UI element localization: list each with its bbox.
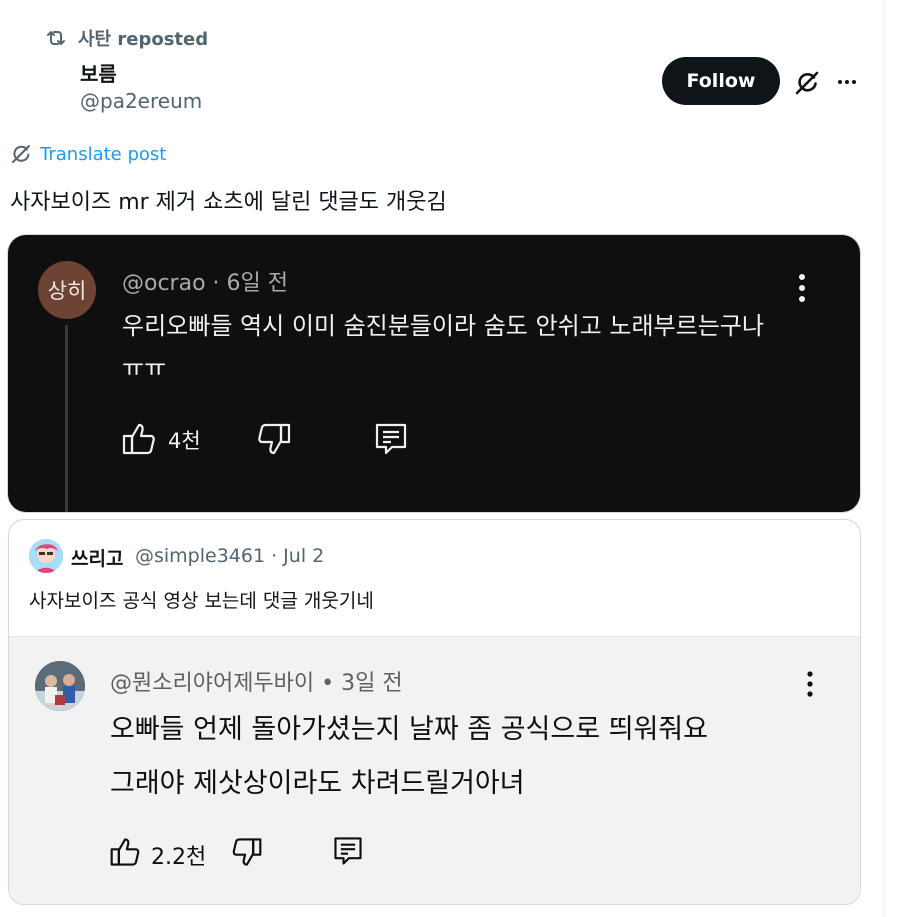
grok-icon[interactable] <box>793 69 821 97</box>
repost-icon <box>47 31 65 45</box>
quote-author-avatar[interactable] <box>29 539 63 573</box>
quote-image-light-comment[interactable]: @뭔소리야어제두바이 • 3일 전 오빠들 언제 돌아가셨는지 날짜 좀 공식으… <box>9 636 860 904</box>
quoted-post[interactable]: 쓰리고 @simple3461 · Jul 2 사자보이즈 공식 영상 보는데 … <box>8 519 861 905</box>
thumbs-down-icon <box>232 838 262 866</box>
translate-icon <box>12 145 30 163</box>
comment-handle-time: @뭔소리야어제두바이 • 3일 전 <box>110 671 403 696</box>
quote-author-name: 쓰리고 <box>71 548 124 570</box>
follow-button[interactable]: Follow <box>662 57 780 105</box>
thumbs-up-icon <box>122 423 155 455</box>
comment-text: 우리오빠들 역시 이미 숨진분들이라 숨도 안쉬고 노래부르는구나 ㅠㅠ <box>122 312 764 382</box>
like-count: 2.2천 <box>151 845 207 870</box>
timeline-divider <box>884 0 885 917</box>
quote-author-meta: @simple3461 · Jul 2 <box>135 545 325 567</box>
comment-handle-time: @ocrao · 6일 전 <box>122 271 288 296</box>
more-options-icon[interactable] <box>833 68 861 96</box>
quote-text: 사자보이즈 공식 영상 보는데 댓글 개웃기네 <box>29 590 374 612</box>
translate-label: Translate post <box>40 143 167 165</box>
author-handle[interactable]: @pa2ereum <box>80 89 202 113</box>
like-count: 4천 <box>168 429 201 453</box>
reply-icon <box>375 423 407 455</box>
reply-icon <box>334 837 362 865</box>
thread-line <box>65 325 68 512</box>
author-display-name[interactable]: 보름 <box>80 58 117 87</box>
post-text: 사자보이즈 mr 제거 쇼츠에 달린 댓글도 개웃김 <box>10 190 447 215</box>
commenter-avatar: 상히 <box>38 261 96 319</box>
comment-text-line1: 오빠들 언제 돌아가셨는지 날짜 좀 공식으로 띄워줘요 <box>110 714 708 745</box>
kebab-menu-icon <box>807 671 813 697</box>
thumbs-up-icon <box>110 838 140 866</box>
post-image-dark-comment[interactable]: 상히 @ocrao · 6일 전 우리오빠들 역시 이미 숨진분들이라 숨도 안… <box>8 235 860 512</box>
avatar-text: 상히 <box>47 279 87 303</box>
translate-post-link[interactable]: Translate post <box>10 143 166 165</box>
thumbs-down-icon <box>258 423 291 455</box>
comment-text-line2: 그래야 제삿상이라도 차려드릴거아녀 <box>110 768 525 799</box>
repost-indicator[interactable]: 사탄 reposted <box>44 26 208 50</box>
repost-label: 사탄 reposted <box>78 29 209 50</box>
commenter-avatar <box>35 661 85 711</box>
kebab-menu-icon <box>799 274 805 302</box>
